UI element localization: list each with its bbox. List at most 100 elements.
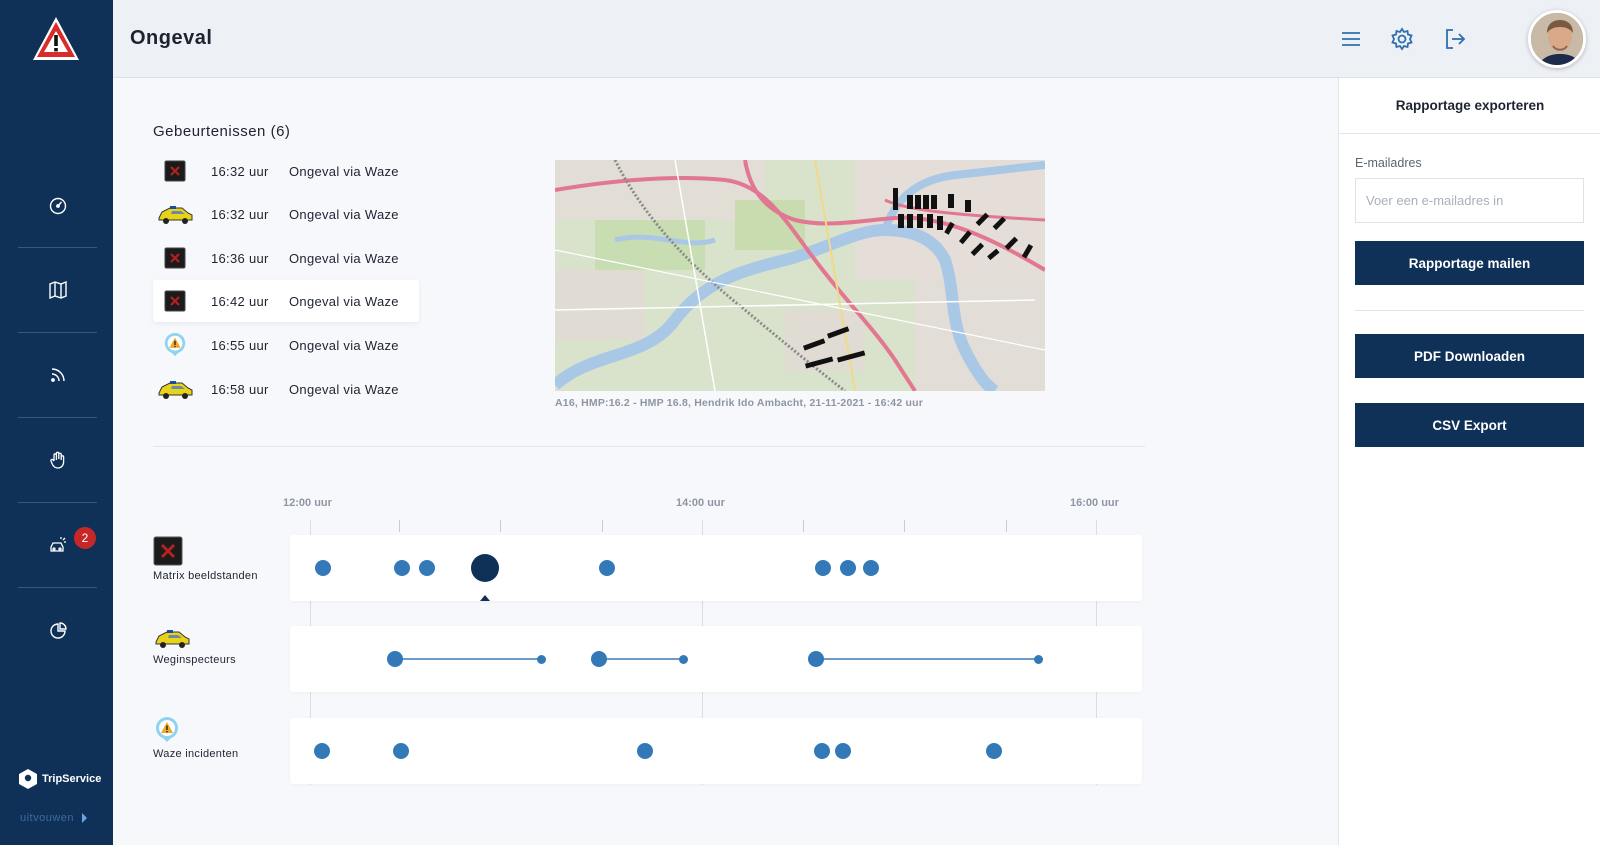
timeline-selected-dot[interactable]	[471, 554, 499, 582]
menu-icon[interactable]	[1338, 26, 1364, 52]
expand-label: uitvouwen	[20, 812, 75, 824]
timeline-duration-line	[816, 658, 1038, 660]
waze-warning-icon	[153, 332, 197, 358]
expand-sidebar-button[interactable]: uitvouwen	[20, 812, 88, 824]
expand-arrow-icon	[82, 813, 88, 823]
timeline-duration-line	[395, 658, 541, 660]
lane-label-matrix: Matrix beeldstanden	[153, 570, 258, 582]
pie-chart-icon	[49, 621, 67, 639]
selected-pointer	[480, 595, 490, 601]
export-separator	[1355, 310, 1584, 311]
timeline-event-dot[interactable]	[387, 651, 403, 667]
time-label-14: 14:00 uur	[676, 497, 725, 509]
event-desc: Ongeval via Waze	[289, 250, 399, 266]
timeline-tick	[602, 520, 603, 532]
tripservice-logo-icon	[19, 769, 37, 789]
event-time: 16:32 uur	[211, 163, 269, 179]
csv-export-button[interactable]: CSV Export	[1355, 403, 1584, 447]
timeline-event-dot[interactable]	[815, 560, 831, 576]
event-time: 16:32 uur	[211, 206, 269, 222]
page-title: Ongeval	[130, 27, 213, 49]
incident-map[interactable]	[555, 160, 1045, 391]
timeline-event-dot[interactable]	[314, 743, 330, 759]
timeline-event-dot[interactable]	[315, 560, 331, 576]
timeline-event-dot[interactable]	[863, 560, 879, 576]
lane-label-inspectors: Weginspecteurs	[153, 654, 236, 666]
event-time: 16:36 uur	[211, 250, 269, 266]
export-title: Rapportage exporteren	[1339, 78, 1600, 134]
timeline-event-end-dot[interactable]	[536, 654, 546, 664]
timeline-duration-line	[599, 658, 683, 660]
nav-incidents[interactable]: 2	[18, 503, 97, 588]
timeline-event-end-dot[interactable]	[1033, 654, 1043, 664]
timeline-event-dot[interactable]	[808, 651, 824, 667]
timeline-event-end-dot[interactable]	[678, 654, 688, 664]
event-desc: Ongeval via Waze	[289, 163, 399, 179]
event-desc: Ongeval via Waze	[289, 206, 399, 222]
email-label: E-mailadres	[1355, 156, 1422, 170]
timeline-tick	[399, 520, 400, 532]
timeline-event-dot[interactable]	[393, 743, 409, 759]
tripservice-brand: TripService	[18, 768, 101, 790]
timeline-event-dot[interactable]	[591, 651, 607, 667]
event-row[interactable]: 16:42 uur Ongeval via Waze	[153, 280, 419, 322]
timeline-tick	[803, 520, 804, 532]
timeline-tick	[500, 520, 501, 532]
event-time: 16:42 uur	[211, 293, 269, 309]
event-row[interactable]: 16:55 uur Ongeval via Waze	[153, 324, 419, 366]
lane-track-inspectors	[290, 626, 1142, 692]
timeline-event-dot[interactable]	[599, 560, 615, 576]
lane-label-waze: Waze incidenten	[153, 748, 239, 760]
event-row[interactable]: 16:32 uur Ongeval via Waze	[153, 150, 419, 192]
export-panel: Rapportage exporteren E-mailadres Rappor…	[1338, 78, 1600, 845]
timeline-event-dot[interactable]	[835, 743, 851, 759]
map-icon	[48, 280, 67, 300]
waze-warning-icon	[153, 716, 181, 749]
lane-track-matrix	[290, 535, 1142, 601]
event-desc: Ongeval via Waze	[289, 293, 399, 309]
matrix-sign-icon	[153, 536, 183, 571]
inspector-car-icon	[153, 203, 197, 225]
timeline-event-dot[interactable]	[814, 743, 830, 759]
hand-icon	[49, 451, 64, 469]
timeline-tick	[904, 520, 905, 532]
nav-reports[interactable]	[18, 588, 97, 673]
sidebar: 2 TripService uitvouwen	[0, 0, 113, 845]
event-row[interactable]: 16:32 uur Ongeval via Waze	[153, 193, 419, 235]
notification-badge: 2	[74, 527, 96, 549]
pdf-download-button[interactable]: PDF Downloaden	[1355, 334, 1584, 378]
inspector-car-icon	[153, 378, 197, 400]
event-desc: Ongeval via Waze	[289, 337, 399, 353]
timeline-event-dot[interactable]	[840, 560, 856, 576]
car-crash-icon	[49, 537, 66, 552]
matrix-sign-icon	[153, 290, 197, 312]
warning-triangle-logo[interactable]	[30, 14, 82, 64]
nav-map[interactable]	[18, 248, 97, 333]
main-content: Gebeurtenissen (6) 16:32 uur Ongeval via …	[113, 78, 1338, 845]
section-divider	[153, 446, 1145, 447]
nav-dashboard[interactable]	[18, 163, 97, 248]
brand-name: TripService	[42, 773, 102, 785]
inspector-car-icon	[153, 626, 191, 655]
time-label-16: 16:00 uur	[1070, 497, 1119, 509]
email-input[interactable]	[1355, 178, 1584, 223]
nav-feed[interactable]	[18, 333, 97, 418]
events-title: Gebeurtenissen (6)	[153, 123, 291, 140]
gear-icon[interactable]	[1389, 26, 1415, 52]
event-row[interactable]: 16:58 uur Ongeval via Waze	[153, 368, 419, 410]
event-row[interactable]: 16:36 uur Ongeval via Waze	[153, 237, 419, 279]
timeline-event-dot[interactable]	[394, 560, 410, 576]
event-time: 16:58 uur	[211, 381, 269, 397]
event-desc: Ongeval via Waze	[289, 381, 399, 397]
logout-icon[interactable]	[1442, 26, 1468, 52]
rss-icon	[50, 368, 65, 382]
mail-report-button[interactable]: Rapportage mailen	[1355, 241, 1584, 285]
nav-hand[interactable]	[18, 418, 97, 503]
timeline-event-dot[interactable]	[419, 560, 435, 576]
timeline-tick	[1006, 520, 1007, 532]
top-header: Ongeval	[113, 0, 1600, 78]
timeline-event-dot[interactable]	[986, 743, 1002, 759]
time-label-12: 12:00 uur	[283, 497, 332, 509]
timeline-event-dot[interactable]	[637, 743, 653, 759]
user-avatar[interactable]	[1528, 10, 1586, 68]
